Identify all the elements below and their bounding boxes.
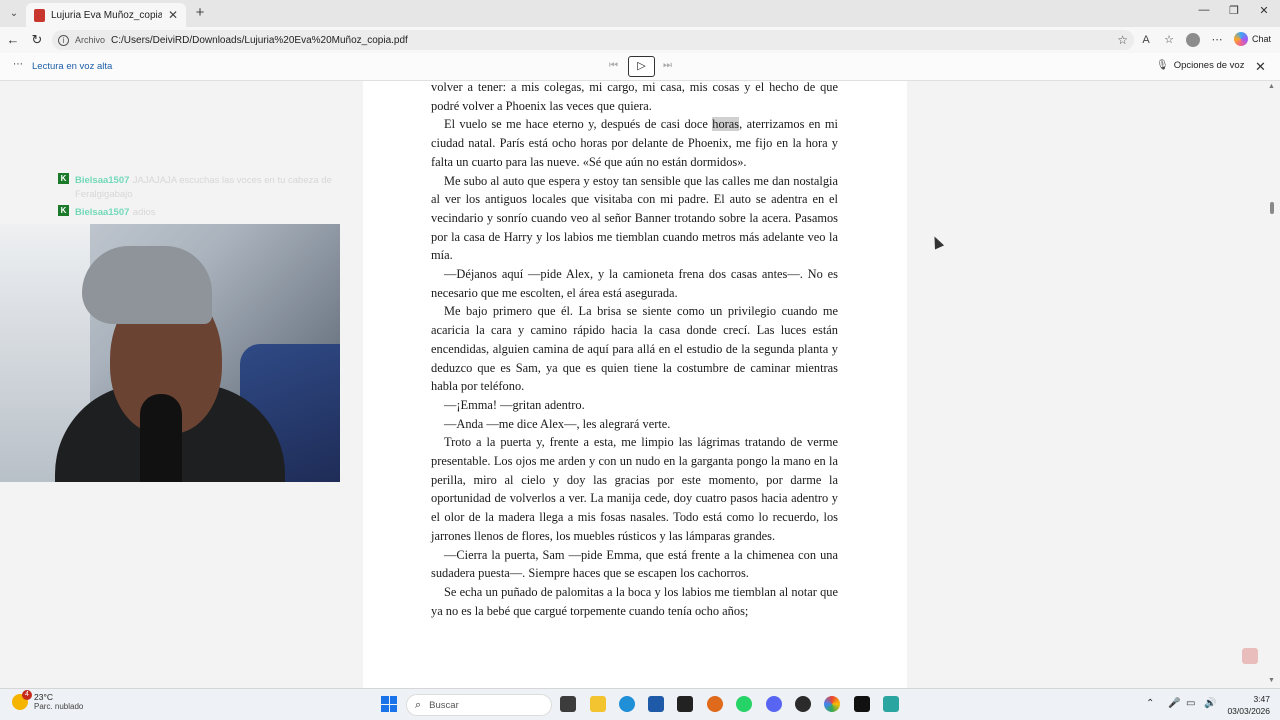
obs-icon[interactable] [795, 696, 811, 712]
notepad-icon[interactable] [883, 696, 899, 712]
pdf-page: volver a tener: a mis colegas, mi cargo,… [363, 81, 907, 688]
back-button[interactable]: ← [5, 32, 21, 48]
pdf-icon [34, 8, 45, 22]
read-aloud-icon[interactable]: A [1138, 32, 1154, 48]
paragraph: —Cierra la puerta, Sam —pide Emma, que e… [431, 547, 838, 581]
paragraph: El vuelo se me hace eterno y, después de… [431, 117, 838, 169]
chat-message: K Bielsaa1507 JAJAJAJA escuchas las voce… [58, 172, 348, 200]
read-aloud-highlight: horas [712, 117, 740, 132]
stream-chat-overlay: K Bielsaa1507 JAJAJAJA escuchas las voce… [58, 172, 348, 222]
user-badge-icon: K [58, 173, 69, 184]
address-bar[interactable]: i Archivo C:/Users/DeiviRD/Downloads/Luj… [52, 30, 1134, 50]
refresh-button[interactable]: ↻ [29, 32, 45, 48]
minimize-button[interactable]: — [1194, 4, 1214, 16]
read-aloud-label: Lectura en voz alta [32, 61, 113, 72]
favorites-icon[interactable]: ☆ [1161, 32, 1177, 48]
more-options-icon[interactable]: ⋯ [1209, 32, 1225, 48]
store-icon[interactable] [648, 696, 664, 712]
new-tab-button[interactable]: + [192, 5, 208, 21]
chat-message: K Bielsaa1507 adios [58, 204, 348, 218]
chat-label: Chat [1252, 34, 1272, 44]
previous-paragraph-icon[interactable]: ⏮ [609, 60, 618, 71]
tab-title: Lujuria Eva Muñoz_copia.pdf [51, 9, 162, 21]
scroll-down-arrow[interactable]: ▼ [1268, 677, 1275, 684]
discord-icon[interactable] [766, 696, 782, 712]
capcut-icon[interactable] [677, 696, 693, 712]
scrollbar-thumb[interactable] [1270, 202, 1274, 214]
close-read-aloud-icon[interactable]: ✕ [1255, 59, 1266, 75]
tab-active[interactable]: Lujuria Eva Muñoz_copia.pdf ✕ [26, 3, 186, 27]
paragraph: —¡Emma! —gritan adentro. [444, 397, 585, 412]
notification-badge: 4 [22, 689, 32, 700]
file-explorer-icon[interactable] [590, 696, 606, 712]
voice-options-label: Opciones de voz [1173, 60, 1245, 71]
address-bar-row: ← ↻ i Archivo C:/Users/DeiviRD/Downloads… [0, 27, 1280, 53]
restore-button[interactable]: ❐ [1224, 4, 1244, 17]
favorite-star-icon[interactable]: ☆ [1117, 33, 1128, 47]
info-icon[interactable]: i [58, 34, 69, 46]
voice-options-button[interactable]: 🎙 Opciones de voz [1156, 60, 1244, 71]
tab-strip: ⌄ Lujuria Eva Muñoz_copia.pdf ✕ + — ❐ ✕ [0, 0, 1280, 27]
webcam-overlay [0, 224, 340, 482]
scroll-up-arrow[interactable]: ▲ [1268, 83, 1275, 90]
whatsapp-icon[interactable] [736, 696, 752, 712]
weather-temp: 23°C [34, 692, 53, 702]
acrobat-icon[interactable] [1242, 648, 1258, 664]
more-icon[interactable]: ⋯ [13, 59, 23, 70]
search-icon: ⌕ [415, 698, 422, 711]
weather-desc: Parc. nublado [34, 702, 84, 711]
profile-avatar[interactable] [1186, 33, 1200, 47]
next-paragraph-icon[interactable]: ⏭ [663, 60, 672, 71]
chat-text: adios [132, 207, 156, 218]
paragraph: Me bajo primero que él. La brisa se sien… [431, 304, 838, 394]
paragraph: Se echa un puñado de palomitas a la boca… [431, 584, 838, 618]
microphone-icon[interactable]: 🎤 [1168, 698, 1180, 709]
close-tab-icon[interactable]: ✕ [168, 8, 178, 22]
task-view-icon[interactable] [560, 696, 576, 712]
address-scheme: Archivo [75, 35, 106, 45]
paragraph: volver a tener: a mis colegas, mi cargo,… [431, 81, 838, 113]
paragraph: —Anda —me dice Alex—, les alegrará verte… [444, 416, 671, 431]
page-text: volver a tener: a mis colegas, mi cargo,… [431, 81, 838, 620]
date: 03/03/2026 [1227, 706, 1270, 716]
microphone [140, 394, 182, 482]
show-hidden-icons-icon[interactable]: ⌃ [1146, 698, 1154, 709]
start-button[interactable] [381, 696, 397, 712]
clock[interactable]: 3:47 03/03/2026 [1226, 693, 1270, 717]
read-aloud-toolbar: ⋯ Lectura en voz alta ⏮ ▷ ⏭ 🎙 Opciones d… [0, 53, 1280, 81]
time: 3:47 [1253, 694, 1270, 704]
taskbar: 4 23°C Parc. nublado ⌕ Buscar ⌃ 🎤 ▭ 🔊 3:… [0, 688, 1280, 720]
paragraph: —Déjanos aquí —pide Alex, y la camioneta… [431, 267, 838, 300]
copilot-chat-button[interactable]: Chat [1234, 32, 1271, 46]
copilot-icon [1234, 32, 1248, 46]
app-icon[interactable] [707, 696, 723, 712]
address-url[interactable]: C:/Users/DeiviRD/Downloads/Lujuria%20Eva… [111, 35, 1111, 46]
network-icon[interactable]: ▭ [1186, 698, 1195, 709]
play-button[interactable]: ▷ [628, 56, 655, 77]
search-placeholder: Buscar [429, 699, 459, 711]
chat-username: Bielsaa1507 [75, 207, 130, 218]
taskbar-search[interactable]: ⌕ Buscar [406, 694, 552, 716]
tab-actions-menu-button[interactable]: ⌄ [4, 4, 24, 22]
volume-icon[interactable]: 🔊 [1204, 698, 1216, 709]
chat-username: Bielsaa1507 [75, 175, 130, 186]
close-window-button[interactable]: ✕ [1254, 4, 1274, 17]
user-badge-icon: K [58, 205, 69, 216]
paragraph: Troto a la puerta y, frente a esta, me l… [431, 435, 838, 543]
epic-games-icon[interactable] [854, 696, 870, 712]
edge-icon[interactable] [619, 696, 635, 712]
weather-widget[interactable]: 4 23°C Parc. nublado [12, 689, 84, 711]
voice-icon: 🎙 [1156, 60, 1169, 71]
chrome-icon[interactable] [824, 696, 840, 712]
weather-icon: 4 [12, 689, 32, 710]
paragraph: Me subo al auto que espera y estoy tan s… [431, 173, 838, 263]
